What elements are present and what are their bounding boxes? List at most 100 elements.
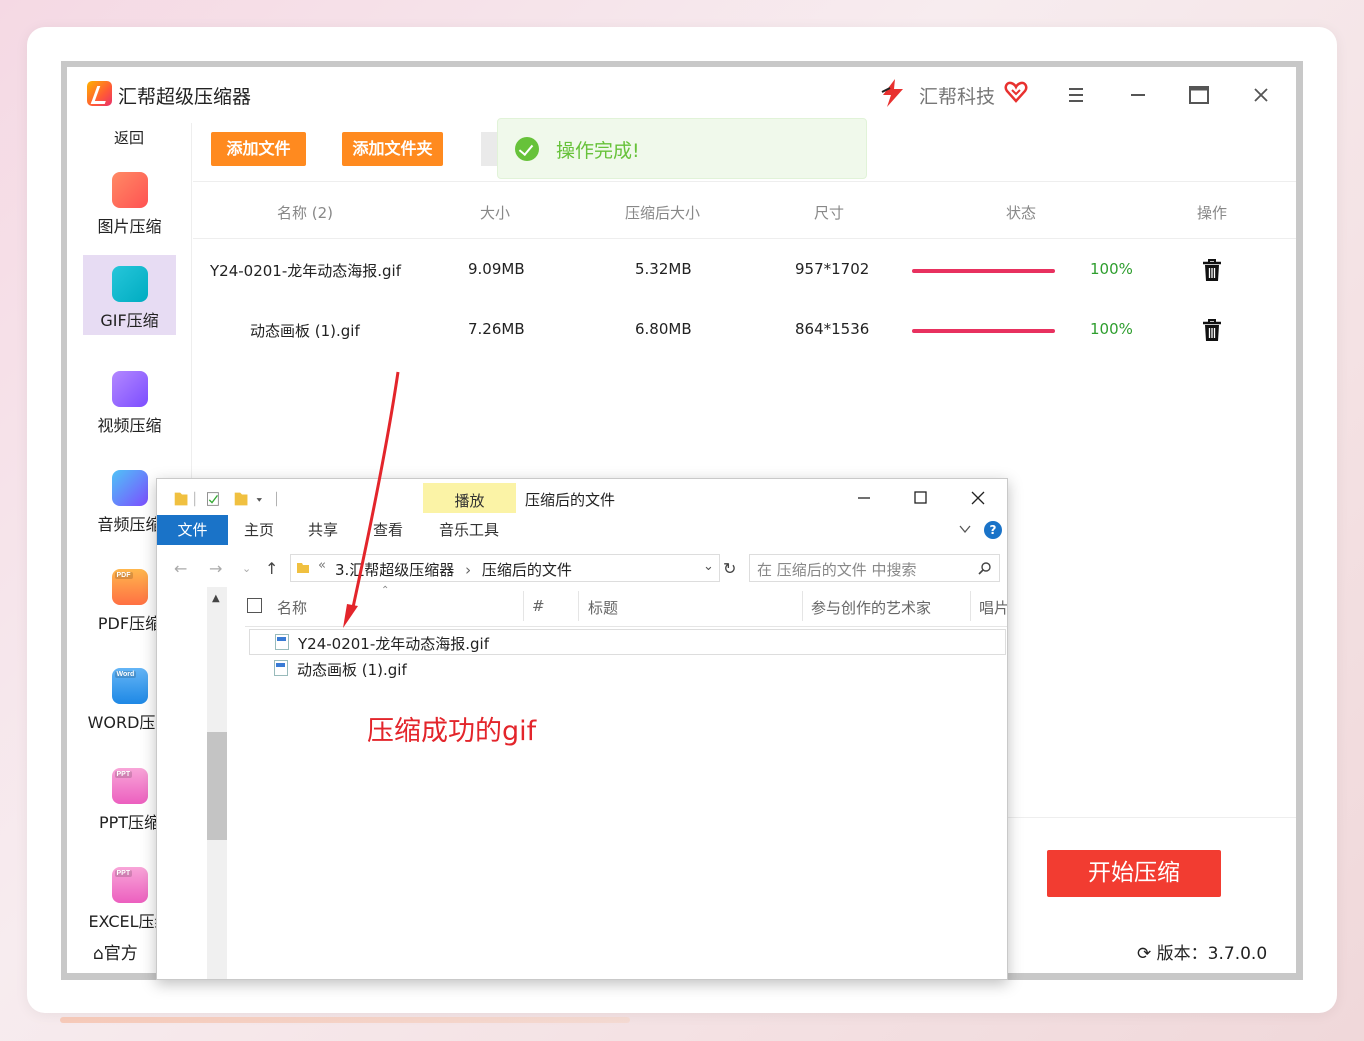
scroll-up-icon[interactable]: ▲ [212,593,220,604]
refresh-icon[interactable]: ↻ [723,559,736,578]
folder-icon [174,492,188,506]
home-icon: ⌂ [93,944,104,964]
gif-file-icon [274,660,288,676]
sidebar-item-label: 视频压缩 [97,416,162,435]
col-title[interactable]: 标题 [588,597,618,618]
col-status[interactable]: 状态 [1006,202,1036,223]
maximize-icon[interactable] [1185,81,1213,109]
sidebar-item-label: 图片压缩 [97,217,162,236]
tab-view[interactable]: 查看 [362,515,414,545]
select-all-checkbox[interactable] [247,598,262,613]
breadcrumb: 3.汇帮超级压缩器 › 压缩后的文件 [335,559,572,580]
file-list-item[interactable]: Y24-0201-龙年动态海报.gif [249,629,1006,655]
col-album[interactable]: 唱片 [979,597,1007,618]
table-row: Y24-0201-龙年动态海报.gif 9.09MB 5.32MB 957*17… [193,240,1296,300]
version-label: ⟳ 版本：3.7.0.0 [1137,939,1267,964]
column-separator [970,591,971,621]
col-artist[interactable]: 参与创作的艺术家 [811,597,931,618]
explorer-window-title: 压缩后的文件 [525,491,616,509]
breadcrumb-item[interactable]: 3.汇帮超级压缩器 [335,561,454,579]
column-separator [523,591,524,621]
brand-name: 汇帮科技 [919,86,996,108]
version-text: 版本：3.7.0.0 [1156,944,1268,964]
col-size[interactable]: 大小 [480,202,510,223]
file-list-item[interactable]: 动态画板 (1).gif [249,656,1006,682]
quick-access-toolbar [174,491,277,507]
properties-icon [207,492,219,506]
gif-file-icon [275,634,289,650]
close-icon[interactable] [965,488,991,508]
nav-pane-scrollbar[interactable] [207,587,227,979]
image-icon [111,172,148,208]
help-icon[interactable]: ? [984,521,1002,539]
folder-icon [297,563,309,573]
back-arrow-icon[interactable]: ← [174,559,187,578]
sidebar-item-image[interactable]: 图片压缩 [83,161,176,241]
context-tab-play[interactable]: 播放 [423,483,516,513]
search-input[interactable]: 在 压缩后的文件 中搜索 [749,554,1000,582]
ribbon-tabs: 文件 主页 共享 查看 音乐工具 ? [157,515,1007,547]
menu-icon[interactable] [1062,81,1090,109]
file-size: 7.26MB [468,320,525,338]
progress-bar [912,329,1055,333]
minimize-icon[interactable] [1124,81,1152,109]
pdf-tag: PDF [114,572,133,579]
official-site-link[interactable]: ⌂官方 [93,939,138,964]
status-percent: 100% [1090,320,1133,338]
col-actions[interactable]: 操作 [1197,202,1227,223]
close-icon[interactable] [1247,81,1275,109]
progress-bar [912,269,1055,273]
file-name: 动态画板 (1).gif [297,661,407,679]
maximize-icon[interactable] [907,488,933,508]
status-percent: 100% [1090,260,1133,278]
sidebar-item-video[interactable]: 视频压缩 [83,360,176,440]
file-size: 9.09MB [468,260,525,278]
file-name: 动态画板 (1).gif [250,322,360,340]
trash-icon[interactable] [1202,259,1222,282]
tab-music-tools[interactable]: 音乐工具 [429,515,509,545]
refresh-icon[interactable]: ⟳ [1137,944,1151,964]
new-folder-icon [234,492,248,506]
search-placeholder: 在 压缩后的文件 中搜索 [757,561,917,579]
start-compress-button[interactable]: 开始压缩 [1047,850,1221,897]
add-file-button[interactable]: 添加文件 [211,132,306,166]
tab-share[interactable]: 共享 [297,515,349,545]
chevron-down-icon[interactable] [959,523,971,535]
success-toast: 操作完成! [497,118,867,179]
file-explorer-window: 播放 压缩后的文件 文件 主页 共享 查看 音乐工具 ? ← → ⌄ ↑ « 3… [156,478,1008,980]
breadcrumb-overflow[interactable]: « [318,558,326,573]
col-name[interactable]: 名称 [277,597,307,618]
forward-arrow-icon[interactable]: → [209,559,222,578]
breadcrumb-item[interactable]: 压缩后的文件 [482,561,572,579]
ppt-tag: PPT [114,771,133,778]
column-header-row: 名称 ⌃ # 标题 参与创作的艺术家 唱片 [245,585,1007,627]
pdf-icon: PDF [111,569,148,605]
decorative-streak [60,1017,630,1023]
col-compressed-size[interactable]: 压缩后大小 [625,202,700,223]
col-number[interactable]: # [532,597,545,615]
col-dimensions[interactable]: 尺寸 [814,202,844,223]
file-name: Y24-0201-龙年动态海报.gif [298,635,489,653]
compressed-size: 5.32MB [635,260,692,278]
excel-icon: PPT [111,867,148,903]
compressed-size: 6.80MB [635,320,692,338]
back-link[interactable]: 返回 [67,127,191,148]
col-name[interactable]: 名称 (2) [277,202,333,223]
minimize-icon[interactable] [851,488,877,508]
scrollbar-thumb[interactable] [207,732,227,840]
up-arrow-icon[interactable]: ↑ [265,559,278,578]
add-folder-button[interactable]: 添加文件夹 [342,132,443,166]
trash-icon[interactable] [1202,319,1222,342]
tab-home[interactable]: 主页 [233,515,285,545]
address-bar[interactable]: « 3.汇帮超级压缩器 › 压缩后的文件 ⌄ [290,554,720,582]
sidebar-item-gif[interactable]: GIF压缩 [83,255,176,335]
column-separator [802,591,803,621]
dimensions: 864*1536 [795,320,870,338]
tab-file[interactable]: 文件 [157,515,228,545]
heart-icon[interactable] [1004,80,1028,104]
word-tag: Word [114,671,137,678]
recent-dropdown-icon[interactable]: ⌄ [242,562,251,575]
table-row: 动态画板 (1).gif 7.26MB 6.80MB 864*1536 100% [193,300,1296,360]
address-dropdown-icon[interactable]: ⌄ [703,559,714,574]
brand-logo-icon [881,79,903,107]
